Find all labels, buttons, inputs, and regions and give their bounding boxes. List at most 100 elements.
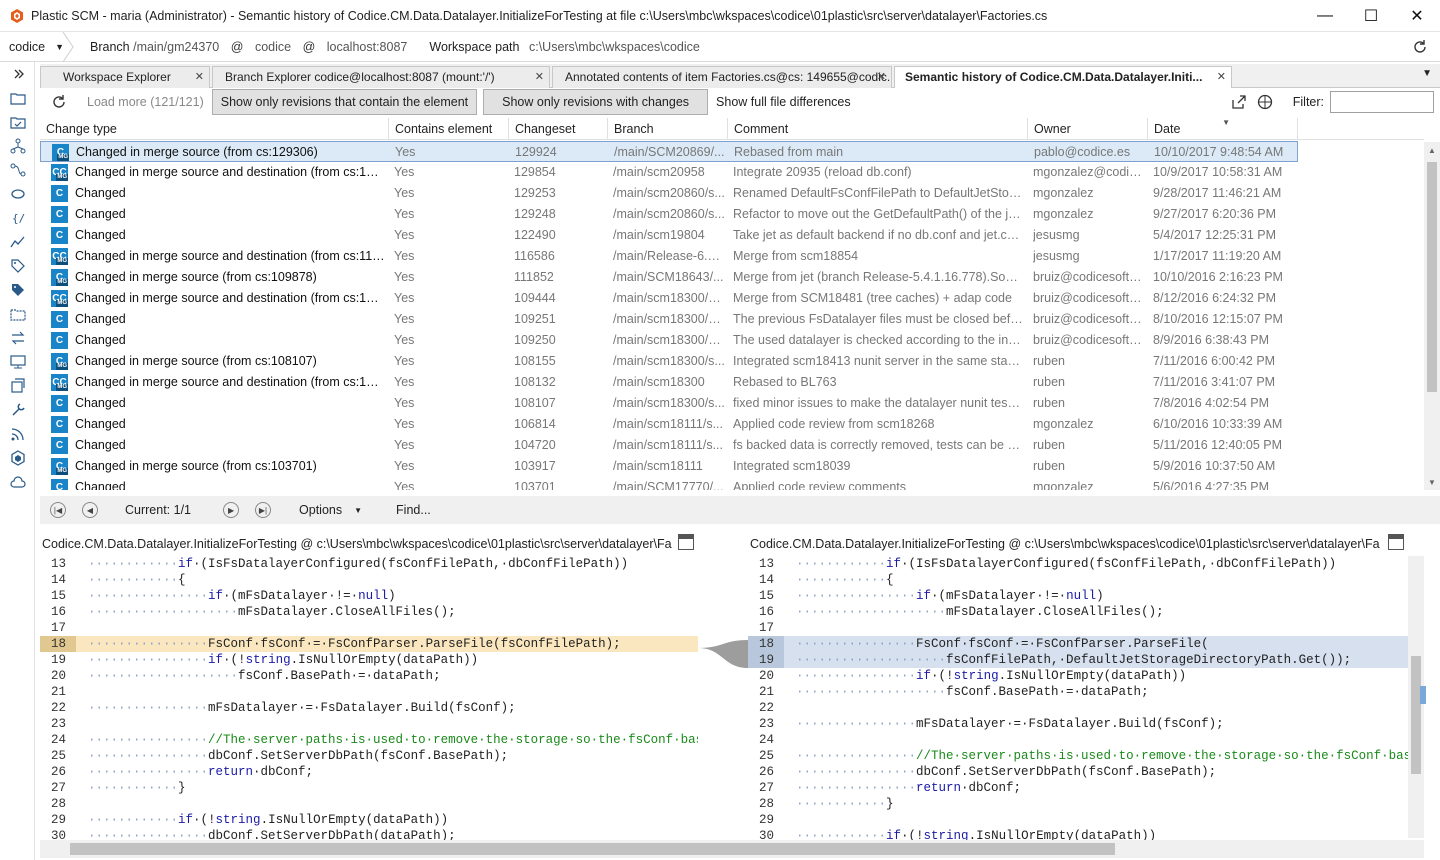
- branches-icon[interactable]: [0, 158, 35, 182]
- merge-badge-icon: MG: [56, 279, 68, 286]
- scrollbar-thumb[interactable]: [70, 843, 1115, 855]
- code-line: 13 ············if·(IsFsDatalayerConfigure…: [40, 556, 698, 572]
- table-row[interactable]: C Changed Yes 106814/main/scm18111/s... Appl…: [40, 414, 1298, 435]
- cell-date: 9/27/2017 6:20:36 PM: [1153, 207, 1277, 221]
- code-line: 18 ················FsConf·fsConf·=·FsConf…: [748, 636, 1408, 652]
- table-row[interactable]: C Changed Yes 109250/main/scm18300/S... The …: [40, 330, 1298, 351]
- workspace-path-value: c:\Users\mbc\wkspaces\codice: [528, 39, 700, 54]
- scroll-down-icon[interactable]: ▼: [1424, 474, 1440, 490]
- open-external-button[interactable]: [1229, 92, 1249, 112]
- code-text: ················//The·server·paths·is·us…: [796, 749, 1408, 763]
- preferences-wrench-icon[interactable]: [0, 398, 35, 422]
- close-icon[interactable]: ✕: [195, 67, 204, 88]
- tab-list-dropdown-icon[interactable]: ▼: [1422, 68, 1432, 79]
- column-header-change-type[interactable]: Change type: [40, 118, 389, 140]
- close-icon[interactable]: ✕: [1217, 67, 1226, 88]
- show-only-changes-toggle[interactable]: Show only revisions with changes: [483, 89, 709, 115]
- table-row[interactable]: C Changed Yes 109251/main/scm18300/S... The …: [40, 309, 1298, 330]
- close-icon[interactable]: ✕: [535, 67, 544, 88]
- tab-workspace-explorer[interactable]: Workspace Explorer ✕: [40, 66, 210, 88]
- collapse-sidebar-icon[interactable]: [0, 62, 35, 86]
- first-difference-icon[interactable]: |◀: [50, 502, 66, 518]
- line-number: 21: [758, 685, 774, 699]
- tab-annotated-contents[interactable]: Annotated contents of item Factories.cs@…: [552, 66, 892, 88]
- shelves-icon[interactable]: [0, 302, 35, 326]
- maximize-pane-icon[interactable]: [1388, 534, 1404, 550]
- options-button[interactable]: [1255, 92, 1275, 112]
- scrollbar-thumb[interactable]: [1411, 656, 1421, 774]
- cloud-icon[interactable]: [0, 470, 35, 494]
- history-chart-icon[interactable]: [0, 230, 35, 254]
- column-header-contains-element[interactable]: Contains element: [389, 118, 509, 140]
- last-difference-icon[interactable]: ▶|: [255, 502, 272, 518]
- maximize-button[interactable]: ☐: [1348, 0, 1394, 32]
- find-button[interactable]: Find...: [396, 503, 431, 517]
- table-row[interactable]: C Changed Yes 108107/main/scm18300/s... fixe…: [40, 393, 1298, 414]
- cell-branch: /main/scm18111: [613, 459, 703, 473]
- scroll-up-icon[interactable]: ▲: [1424, 142, 1440, 158]
- table-row[interactable]: C MG Changed in merge source (from cs:1037…: [40, 456, 1298, 477]
- tab-semantic-history[interactable]: Semantic history of Codice.CM.Data.Datal…: [894, 66, 1232, 89]
- workspaces-icon[interactable]: [0, 350, 35, 374]
- cell-contains: Yes: [394, 333, 415, 347]
- previous-difference-icon[interactable]: ◀: [82, 502, 98, 518]
- table-row[interactable]: CC MG Changed in merge source and destinat…: [40, 372, 1298, 393]
- minimize-button[interactable]: —: [1302, 0, 1348, 32]
- column-header-comment[interactable]: Comment: [728, 118, 1028, 140]
- scrollbar-thumb[interactable]: [1427, 162, 1437, 392]
- cell-branch: /main/SCM18643/...: [613, 270, 724, 284]
- code-line: 28: [40, 796, 698, 812]
- column-header-owner[interactable]: Owner: [1028, 118, 1148, 140]
- repository-selector[interactable]: codice ▼: [0, 31, 74, 62]
- table-vertical-scrollbar[interactable]: ▲ ▼: [1424, 142, 1440, 490]
- table-row[interactable]: C MG Changed in merge source (from cs:1293…: [40, 141, 1298, 162]
- table-row[interactable]: CC MG Changed in merge source and destinat…: [40, 162, 1298, 183]
- close-button[interactable]: ✕: [1394, 0, 1440, 32]
- show-only-containing-toggle[interactable]: Show only revisions that contain the ele…: [211, 89, 478, 115]
- changesets-icon[interactable]: [0, 182, 35, 206]
- table-row[interactable]: C Changed Yes 129248/main/scm20860/s... Refa…: [40, 204, 1298, 225]
- code-line: 24 ················//The·server·paths·is·…: [40, 732, 698, 748]
- attributes-icon[interactable]: [0, 278, 35, 302]
- feed-icon[interactable]: [0, 422, 35, 446]
- plastic-cloud-icon[interactable]: [0, 446, 35, 470]
- close-icon[interactable]: ✕: [877, 67, 886, 88]
- table-row[interactable]: CC MG Changed in merge source and destinat…: [40, 288, 1298, 309]
- branch-value[interactable]: /main/gm24370: [133, 40, 219, 54]
- table-row[interactable]: C Changed Yes 104720/main/scm18111/s... fs b…: [40, 435, 1298, 456]
- sync-icon[interactable]: [0, 326, 35, 350]
- column-header-branch[interactable]: Branch: [608, 118, 728, 140]
- code-review-icon[interactable]: {/}: [0, 206, 35, 230]
- refresh-icon[interactable]: [1412, 39, 1428, 55]
- refresh-button[interactable]: [48, 91, 70, 113]
- labels-icon[interactable]: [0, 254, 35, 278]
- filter-input[interactable]: [1330, 91, 1434, 113]
- table-row[interactable]: C Changed Yes 103701/main/SCM17770/... Appli…: [40, 477, 1298, 490]
- table-row[interactable]: C Changed Yes 122490/main/scm19804 Take jet …: [40, 225, 1298, 246]
- tab-branch-explorer[interactable]: Branch Explorer codice@localhost:8087 (m…: [212, 66, 550, 88]
- column-header-changeset[interactable]: Changeset: [509, 118, 608, 140]
- changed-icon: C: [51, 206, 68, 223]
- code-line: 25 ················//The·server·paths·is·…: [748, 748, 1408, 764]
- table-row[interactable]: C Changed Yes 129253/main/scm20860/s... Rena…: [40, 183, 1298, 204]
- load-more-button[interactable]: Load more (121/121): [87, 95, 204, 109]
- diff-vertical-scrollbar[interactable]: [1408, 556, 1426, 838]
- next-difference-icon[interactable]: ▶: [223, 502, 240, 518]
- table-row[interactable]: CC MG Changed in merge source and destinat…: [40, 246, 1298, 267]
- diff-horizontal-scrollbar[interactable]: [40, 840, 1424, 858]
- branch-explorer-icon[interactable]: [0, 134, 35, 158]
- workspace-explorer-icon[interactable]: [0, 86, 35, 110]
- cell-cs: 129924: [515, 145, 557, 159]
- maximize-pane-icon[interactable]: [678, 534, 694, 550]
- table-row[interactable]: C MG Changed in merge source (from cs:1098…: [40, 267, 1298, 288]
- cell-contains: Yes: [394, 480, 415, 490]
- table-row[interactable]: C MG Changed in merge source (from cs:1081…: [40, 351, 1298, 372]
- chevron-down-icon[interactable]: ▼: [354, 506, 362, 515]
- code-line: 22 ················mFsDatalayer·=·FsDatal…: [40, 700, 698, 716]
- pending-changes-icon[interactable]: [0, 110, 35, 134]
- cell-cs: 103701: [514, 480, 556, 490]
- repositories-icon[interactable]: [0, 374, 35, 398]
- show-full-diff-toggle[interactable]: Show full file differences: [716, 95, 851, 109]
- options-dropdown[interactable]: Options: [299, 503, 342, 517]
- cell-type: Changed: [75, 228, 126, 242]
